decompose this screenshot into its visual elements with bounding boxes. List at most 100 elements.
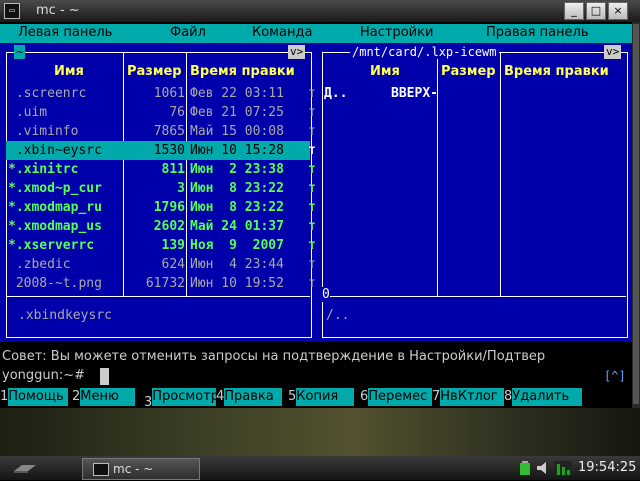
file-size: 1796 [153,200,185,215]
fkey-edit[interactable]: 4Правка [216,388,283,406]
file-mark: т [308,238,316,253]
expand-indicator[interactable]: [^] [604,369,626,383]
file-time: Июн 2 23:38 [190,162,284,177]
file-time: Июн 10 15:28 [190,143,284,158]
terminal-icon[interactable]: ▭ [4,3,20,19]
menu-command[interactable]: Команда [252,25,312,40]
right-mini-status: /.. [326,308,350,323]
shell-prompt: yonggun:~# [2,368,86,383]
right-header-size[interactable]: Размер [441,64,496,79]
file-mark: т [308,105,316,120]
file-row[interactable]: .screenrc 1061 Фев 22 03:11 т [6,84,316,103]
file-size: 139 [161,238,185,253]
menu-right-panel[interactable]: Правая панель [486,25,589,40]
left-panel[interactable]: ~ v> Имя Размер Время правки .screenrc 10… [0,43,316,342]
menu-left-panel[interactable]: Левая панель [18,25,112,40]
file-row[interactable]: .zbedic 624 Июн 4 23:44 т [6,255,316,274]
file-row[interactable]: *.xserverrc 139 Ноя 9 2007 т [6,236,316,255]
start-menu-icon[interactable] [6,459,44,477]
file-mark: т [308,143,316,158]
fkey-copy[interactable]: 5Копия [288,388,355,406]
file-mark: т [308,124,316,139]
file-size: ВВЕРХ- [391,86,438,101]
file-name: Д.. [324,86,348,101]
file-time: Фев 21 07:25 [190,105,284,120]
file-mark: т [308,257,316,272]
right-panel-separator [322,296,626,297]
file-row[interactable]: *.xinitrc 811 Июн 2 23:38 т [6,160,316,179]
file-name: .zbedic [8,257,71,272]
file-row[interactable]: *.xmod~p_cur 3 Июн 8 23:22 т [6,179,316,198]
file-name: .viminfo [8,124,79,139]
desktop-wallpaper [0,408,640,456]
file-row[interactable]: *.xmodmap_ru 1796 Июн 8 23:22 т [6,198,316,217]
command-line-cursor[interactable] [100,368,109,385]
fkey-view[interactable]: 3Просмотр [144,388,217,410]
left-panel-tag[interactable]: v> [288,45,306,59]
file-row[interactable]: *.xmodmap_us 2602 Май 24 01:37 т [6,217,316,236]
file-size: 76 [169,105,185,120]
right-free-space: 0 [322,287,330,302]
file-row[interactable]: .uim 76 Фев 21 07:25 т [6,103,316,122]
file-row[interactable]: .viminfo 7865 Май 15 00:08 т [6,122,316,141]
minimize-button[interactable]: _ [564,2,584,20]
fkey-mkdir[interactable]: 7НвКтлог [432,388,505,406]
file-time: Июн 4 23:44 [190,257,284,272]
file-name: .screenrc [8,86,87,101]
window-titlebar[interactable]: ▭ mc - ~ _ □ × [0,0,640,22]
right-header-time[interactable]: Время правки [504,64,609,79]
file-row[interactable]: Д.. ВВЕРХ- [322,84,626,103]
taskbar: mc - ~ 19:54:25 [0,456,640,480]
file-size: 7865 [153,124,185,139]
file-mark: т [308,200,316,215]
file-name: *.xinitrc [8,162,79,177]
fkey-delete[interactable]: 8Удалить [504,388,583,406]
fkey-menu[interactable]: 2Меню [72,388,136,406]
right-panel-path[interactable]: /mnt/card/.lxp-icewm [350,45,499,59]
network-icon[interactable] [554,461,572,475]
file-mark: т [308,162,316,177]
file-row[interactable]: 2008-~t.png 61732 Июн 10 19:52 т [6,274,316,293]
file-row[interactable]: .xbin~eysrc 1530 Июн 10 15:28 т [6,141,316,160]
left-header-size[interactable]: Размер [127,64,182,79]
battery-icon[interactable] [520,461,530,475]
file-size: 1530 [153,143,185,158]
volume-icon[interactable] [536,461,550,475]
file-name: 2008-~t.png [8,276,102,291]
file-name: .xbin~eysrc [8,143,102,158]
left-panel-separator [6,296,310,297]
left-header-time[interactable]: Время правки [190,64,295,79]
maximize-button[interactable]: □ [586,2,606,20]
function-key-bar: 1Помощь 2Меню 3Просмотр 4Правка 5Копия 6… [0,388,632,410]
file-size: 1061 [153,86,185,101]
file-time: Май 24 01:37 [190,219,284,234]
right-header-name[interactable]: Имя [370,64,400,79]
fkey-help[interactable]: 1Помощь [0,388,69,406]
menu-settings[interactable]: Настройки [360,25,433,40]
file-time: Июн 10 19:52 [190,276,284,291]
menu-file[interactable]: Файл [170,25,206,40]
hint-line: Совет: Вы можете отменить запросы на под… [2,349,546,364]
left-panel-path[interactable]: ~ [14,45,26,59]
fkey-move[interactable]: 6Перемес [360,388,433,406]
close-button[interactable]: × [608,2,628,20]
file-name: *.xserverrc [8,238,95,253]
right-panel[interactable]: /mnt/card/.lxp-icewm v> Имя Размер Время… [316,43,632,342]
file-size: 811 [161,162,185,177]
mc-menubar: Левая панель Файл Команда Настройки Прав… [0,24,632,43]
file-mark: т [308,86,316,101]
file-mark: т [308,276,316,291]
scrollbar-thumb[interactable] [633,24,639,404]
file-mark: т [308,181,316,196]
file-size: 3 [177,181,185,196]
taskbar-clock[interactable]: 19:54:25 [578,460,636,475]
taskbar-task-mc[interactable]: mc - ~ [82,458,200,480]
left-header-name[interactable]: Имя [54,64,84,79]
file-size: 61732 [145,276,185,291]
terminal-icon [93,463,109,476]
file-time: Июн 8 23:22 [190,200,284,215]
terminal-scrollbar[interactable] [632,22,640,408]
file-name: *.xmodmap_ru [8,200,102,215]
file-size: 2602 [153,219,185,234]
right-panel-tag[interactable]: v> [604,45,622,59]
